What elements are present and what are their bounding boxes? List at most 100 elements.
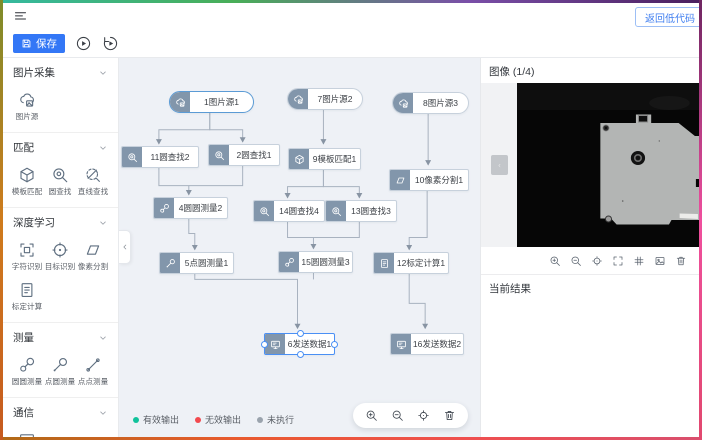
menu-icon[interactable] — [13, 9, 28, 24]
flow-canvas[interactable]: 1图片源1 7图片源2 8图片源3 11圆查找2 2圆查找1 9模板匹配1 10像素分割1 4… — [119, 58, 480, 437]
chevron-left-icon — [497, 161, 502, 170]
send-icon — [270, 339, 281, 350]
measure-pc-icon — [165, 258, 176, 269]
save-icon — [21, 38, 32, 49]
tool-item-ocr[interactable]: 字符识别 — [10, 241, 43, 272]
flow-node-n14[interactable]: 14圆查找4 — [253, 200, 325, 222]
line-search-icon — [84, 166, 102, 184]
tool-item-label: 字符识别 — [11, 261, 41, 271]
flow-node-n8[interactable]: 8图片源3 — [392, 92, 469, 114]
flow-node-n4[interactable]: 4圆圆测量2 — [153, 197, 228, 219]
sidebar-section-title: 通信 — [13, 405, 34, 420]
tool-item-measure-pc[interactable]: 点圆测量 — [43, 356, 76, 387]
cube-icon — [294, 154, 305, 165]
tool-item-label: 圆查找 — [48, 186, 71, 196]
flow-node-n2[interactable]: 2圆查找1 — [208, 144, 280, 166]
cloud-image-icon — [175, 97, 186, 108]
canvas-zoom-controls — [353, 403, 468, 428]
sidebar-section-1: 匹配模板匹配圆查找直线查找 — [3, 133, 118, 208]
flow-node-n1[interactable]: 1图片源1 — [169, 91, 254, 113]
flow-node-n12[interactable]: 12标定计算1 — [373, 252, 449, 274]
flow-node-n13[interactable]: 13圆查找3 — [325, 200, 397, 222]
zoom-out-icon[interactable] — [391, 409, 404, 422]
node-label: 13圆查找3 — [346, 201, 396, 221]
tool-sidebar: 图片采集图片源匹配模板匹配圆查找直线查找深度学习字符识别目标识别像素分割标定计算… — [3, 58, 119, 437]
border-left — [0, 0, 3, 440]
legend-label: 未执行 — [267, 413, 294, 426]
sidebar-section-header[interactable]: 匹配 — [3, 133, 118, 157]
zoom-in-icon[interactable] — [549, 255, 561, 267]
trash-icon[interactable] — [675, 255, 687, 267]
flow-edges — [119, 58, 480, 437]
run-once-button[interactable] — [102, 35, 119, 52]
flow-edge-12 — [409, 271, 425, 328]
fullscreen-icon[interactable] — [612, 255, 624, 267]
flow-node-n5[interactable]: 5点圆测量1 — [159, 252, 234, 274]
flow-node-n15[interactable]: 15圆圆测量3 — [278, 251, 353, 273]
measure-cc-icon — [284, 257, 295, 268]
legend-item: 有效输出 — [133, 413, 179, 426]
chevron-down-icon — [98, 68, 108, 78]
segment-icon — [395, 175, 406, 186]
tool-item-cube[interactable]: 模板匹配 — [10, 166, 43, 197]
image-frame-icon[interactable] — [654, 255, 666, 267]
node-icon-box — [374, 253, 394, 273]
play-circle-icon — [75, 35, 92, 52]
node-label: 1图片源1 — [190, 92, 253, 112]
node-icon-box — [160, 253, 180, 273]
prev-image-button[interactable] — [491, 155, 508, 175]
flow-node-n11[interactable]: 11圆查找2 — [121, 146, 199, 168]
chevron-down-icon — [98, 143, 108, 153]
node-icon-box — [122, 147, 142, 167]
crosshair-icon[interactable] — [417, 409, 430, 422]
tool-item-label: 点圆测量 — [44, 376, 74, 386]
flow-node-n9[interactable]: 9模板匹配1 — [288, 148, 361, 170]
sidebar-section-header[interactable]: 图片采集 — [3, 58, 118, 82]
sidebar-section-header[interactable]: 深度学习 — [3, 208, 118, 232]
back-to-lowcode-button[interactable]: 返回低代码 — [635, 7, 699, 27]
selection-handle-l[interactable] — [261, 341, 268, 348]
flow-node-n7[interactable]: 7图片源2 — [287, 88, 363, 110]
sidebar-section-header[interactable]: 测量 — [3, 323, 118, 347]
sidebar-section-header[interactable]: 通信 — [3, 398, 118, 422]
tool-item-segment[interactable]: 像素分割 — [76, 241, 109, 272]
sidebar-section-items: 字符识别目标识别像素分割标定计算 — [3, 232, 118, 322]
circle-search-icon — [127, 152, 138, 163]
tool-item-cloud-image[interactable]: 图片源 — [10, 91, 43, 122]
sidebar-section-title: 匹配 — [13, 140, 34, 155]
tool-item-circle-search[interactable]: 圆查找 — [43, 166, 76, 197]
tool-item-measure-cc[interactable]: 圆圆测量 — [10, 356, 43, 387]
tool-item-doc-calc[interactable]: 标定计算 — [10, 281, 43, 312]
cloud-image-icon — [398, 98, 409, 109]
selection-handle-b[interactable] — [297, 351, 304, 358]
circle-search-icon — [331, 206, 342, 217]
app-window: 返回低代码 保存 图片采集图片源匹配模板匹配圆查找直线查找深度学习字符识别目标识… — [3, 3, 699, 437]
trash-icon[interactable] — [443, 409, 456, 422]
flow-edge-0 — [159, 112, 210, 144]
flow-node-n16[interactable]: 16发送数据2 — [390, 333, 464, 355]
crosshair-icon[interactable] — [591, 255, 603, 267]
legend-dot — [195, 417, 201, 423]
save-button[interactable]: 保存 — [13, 34, 65, 53]
flow-node-n6[interactable]: 6发送数据1 — [264, 333, 335, 355]
node-label: 8图片源3 — [413, 93, 468, 113]
flow-node-n10[interactable]: 10像素分割1 — [389, 169, 469, 191]
sidebar-collapse-handle[interactable] — [119, 230, 131, 264]
node-icon-box — [265, 334, 285, 354]
tool-item-target[interactable]: 目标识别 — [43, 241, 76, 272]
flow-edge-8 — [288, 220, 314, 249]
grid-icon[interactable] — [633, 255, 645, 267]
run-button[interactable] — [75, 35, 92, 52]
tool-item-line-search[interactable]: 直线查找 — [76, 166, 109, 197]
preview-image — [517, 83, 699, 247]
zoom-out-icon[interactable] — [570, 255, 582, 267]
legend-item: 无效输出 — [195, 413, 241, 426]
segment-icon — [84, 241, 102, 259]
ocr-icon — [18, 241, 36, 259]
node-label: 2圆查找1 — [229, 145, 279, 165]
selection-handle-r[interactable] — [331, 341, 338, 348]
zoom-in-icon[interactable] — [365, 409, 378, 422]
node-label: 4圆圆测量2 — [174, 198, 227, 218]
selection-handle-t[interactable] — [297, 330, 304, 337]
tool-item-measure-pp[interactable]: 点点测量 — [76, 356, 109, 387]
